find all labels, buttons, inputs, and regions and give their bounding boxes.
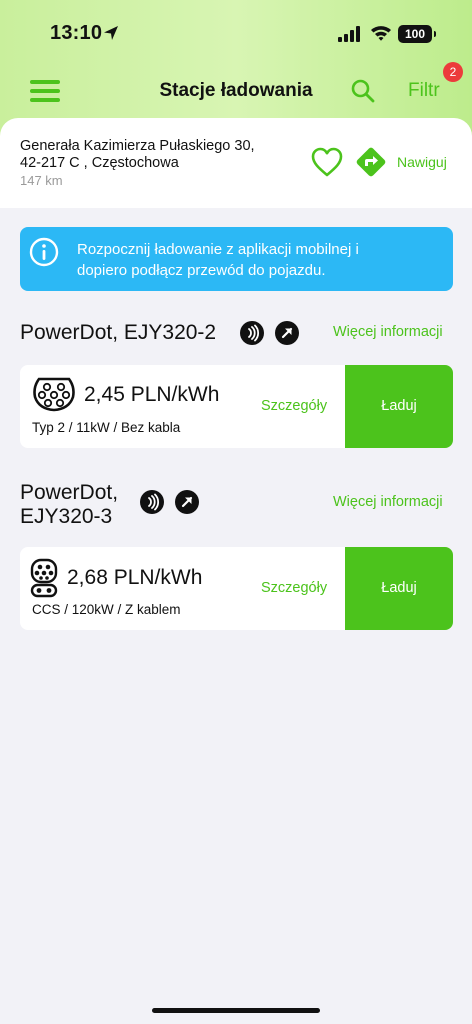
- status-time: 13:10: [50, 22, 103, 44]
- more-info-link[interactable]: Więcej informacji: [333, 324, 443, 340]
- external-link-arrow-icon[interactable]: [175, 490, 199, 514]
- connector-card: 2,45 PLN/kWh Typ 2 / 11kW / Bez kabla Sz…: [20, 365, 453, 448]
- connector-card: 2,68 PLN/kWh CCS / 120kW / Z kablem Szcz…: [20, 547, 453, 630]
- wifi-icon: [371, 26, 391, 41]
- info-text: Rozpocznij ładowanie z aplikacji mobilne…: [77, 239, 447, 281]
- more-info-link[interactable]: Więcej informacji: [333, 494, 443, 510]
- info-banner: Rozpocznij ładowanie z aplikacji mobilne…: [20, 227, 453, 291]
- connector-spec: CCS / 120kW / Z kablem: [32, 602, 181, 617]
- info-text-line-2: dopiero podłącz przewód do pojazdu.: [77, 262, 326, 279]
- battery-indicator: 100: [398, 25, 436, 43]
- charge-button[interactable]: Ładuj: [345, 365, 453, 448]
- type2-plug-icon: [33, 377, 75, 412]
- station-name: PowerDot, EJY320-3: [20, 481, 118, 529]
- distance-label: 147 km: [20, 173, 63, 188]
- address-line-1: Generała Kazimierza Pułaskiego 30,: [20, 138, 255, 154]
- station-name: PowerDot, EJY320-2: [20, 321, 217, 344]
- location-arrow-icon: [104, 26, 118, 40]
- connector-spec: Typ 2 / 11kW / Bez kabla: [32, 420, 181, 435]
- home-indicator[interactable]: [152, 1008, 320, 1013]
- station-name-line-2: EJY320-3: [20, 505, 113, 528]
- details-link[interactable]: Szczegóły: [261, 580, 327, 596]
- page-title: Stacje ładowania: [159, 80, 313, 101]
- search-icon[interactable]: [350, 78, 376, 104]
- external-link-arrow-icon[interactable]: [275, 321, 299, 345]
- contactless-icon: [240, 321, 264, 345]
- price-label: 2,45 PLN/kWh: [84, 383, 220, 406]
- address-line-2: 42-217 C , Częstochowa: [20, 155, 179, 171]
- navigate-icon[interactable]: [355, 146, 387, 178]
- station-name-line-1: PowerDot,: [20, 481, 119, 504]
- info-icon: [29, 237, 59, 267]
- ccs-plug-icon: [30, 558, 58, 598]
- address-card: Generała Kazimierza Pułaskiego 30, 42-21…: [0, 118, 472, 208]
- contactless-icon: [140, 490, 164, 514]
- cellular-signal-icon: [338, 26, 360, 42]
- filter-count-badge: 2: [443, 62, 463, 82]
- status-bar: 13:10 100: [0, 0, 472, 70]
- charge-button[interactable]: Ładuj: [345, 547, 453, 630]
- price-label: 2,68 PLN/kWh: [67, 566, 203, 589]
- details-link[interactable]: Szczegóły: [261, 398, 327, 414]
- favorite-heart-icon[interactable]: [310, 146, 344, 178]
- info-text-line-1: Rozpocznij ładowanie z aplikacji mobilne…: [77, 241, 359, 258]
- nav-bar: Stacje ładowania Filtr 2: [0, 62, 472, 114]
- filter-button[interactable]: Filtr: [408, 80, 440, 102]
- navigate-button[interactable]: Nawiguj: [397, 154, 447, 170]
